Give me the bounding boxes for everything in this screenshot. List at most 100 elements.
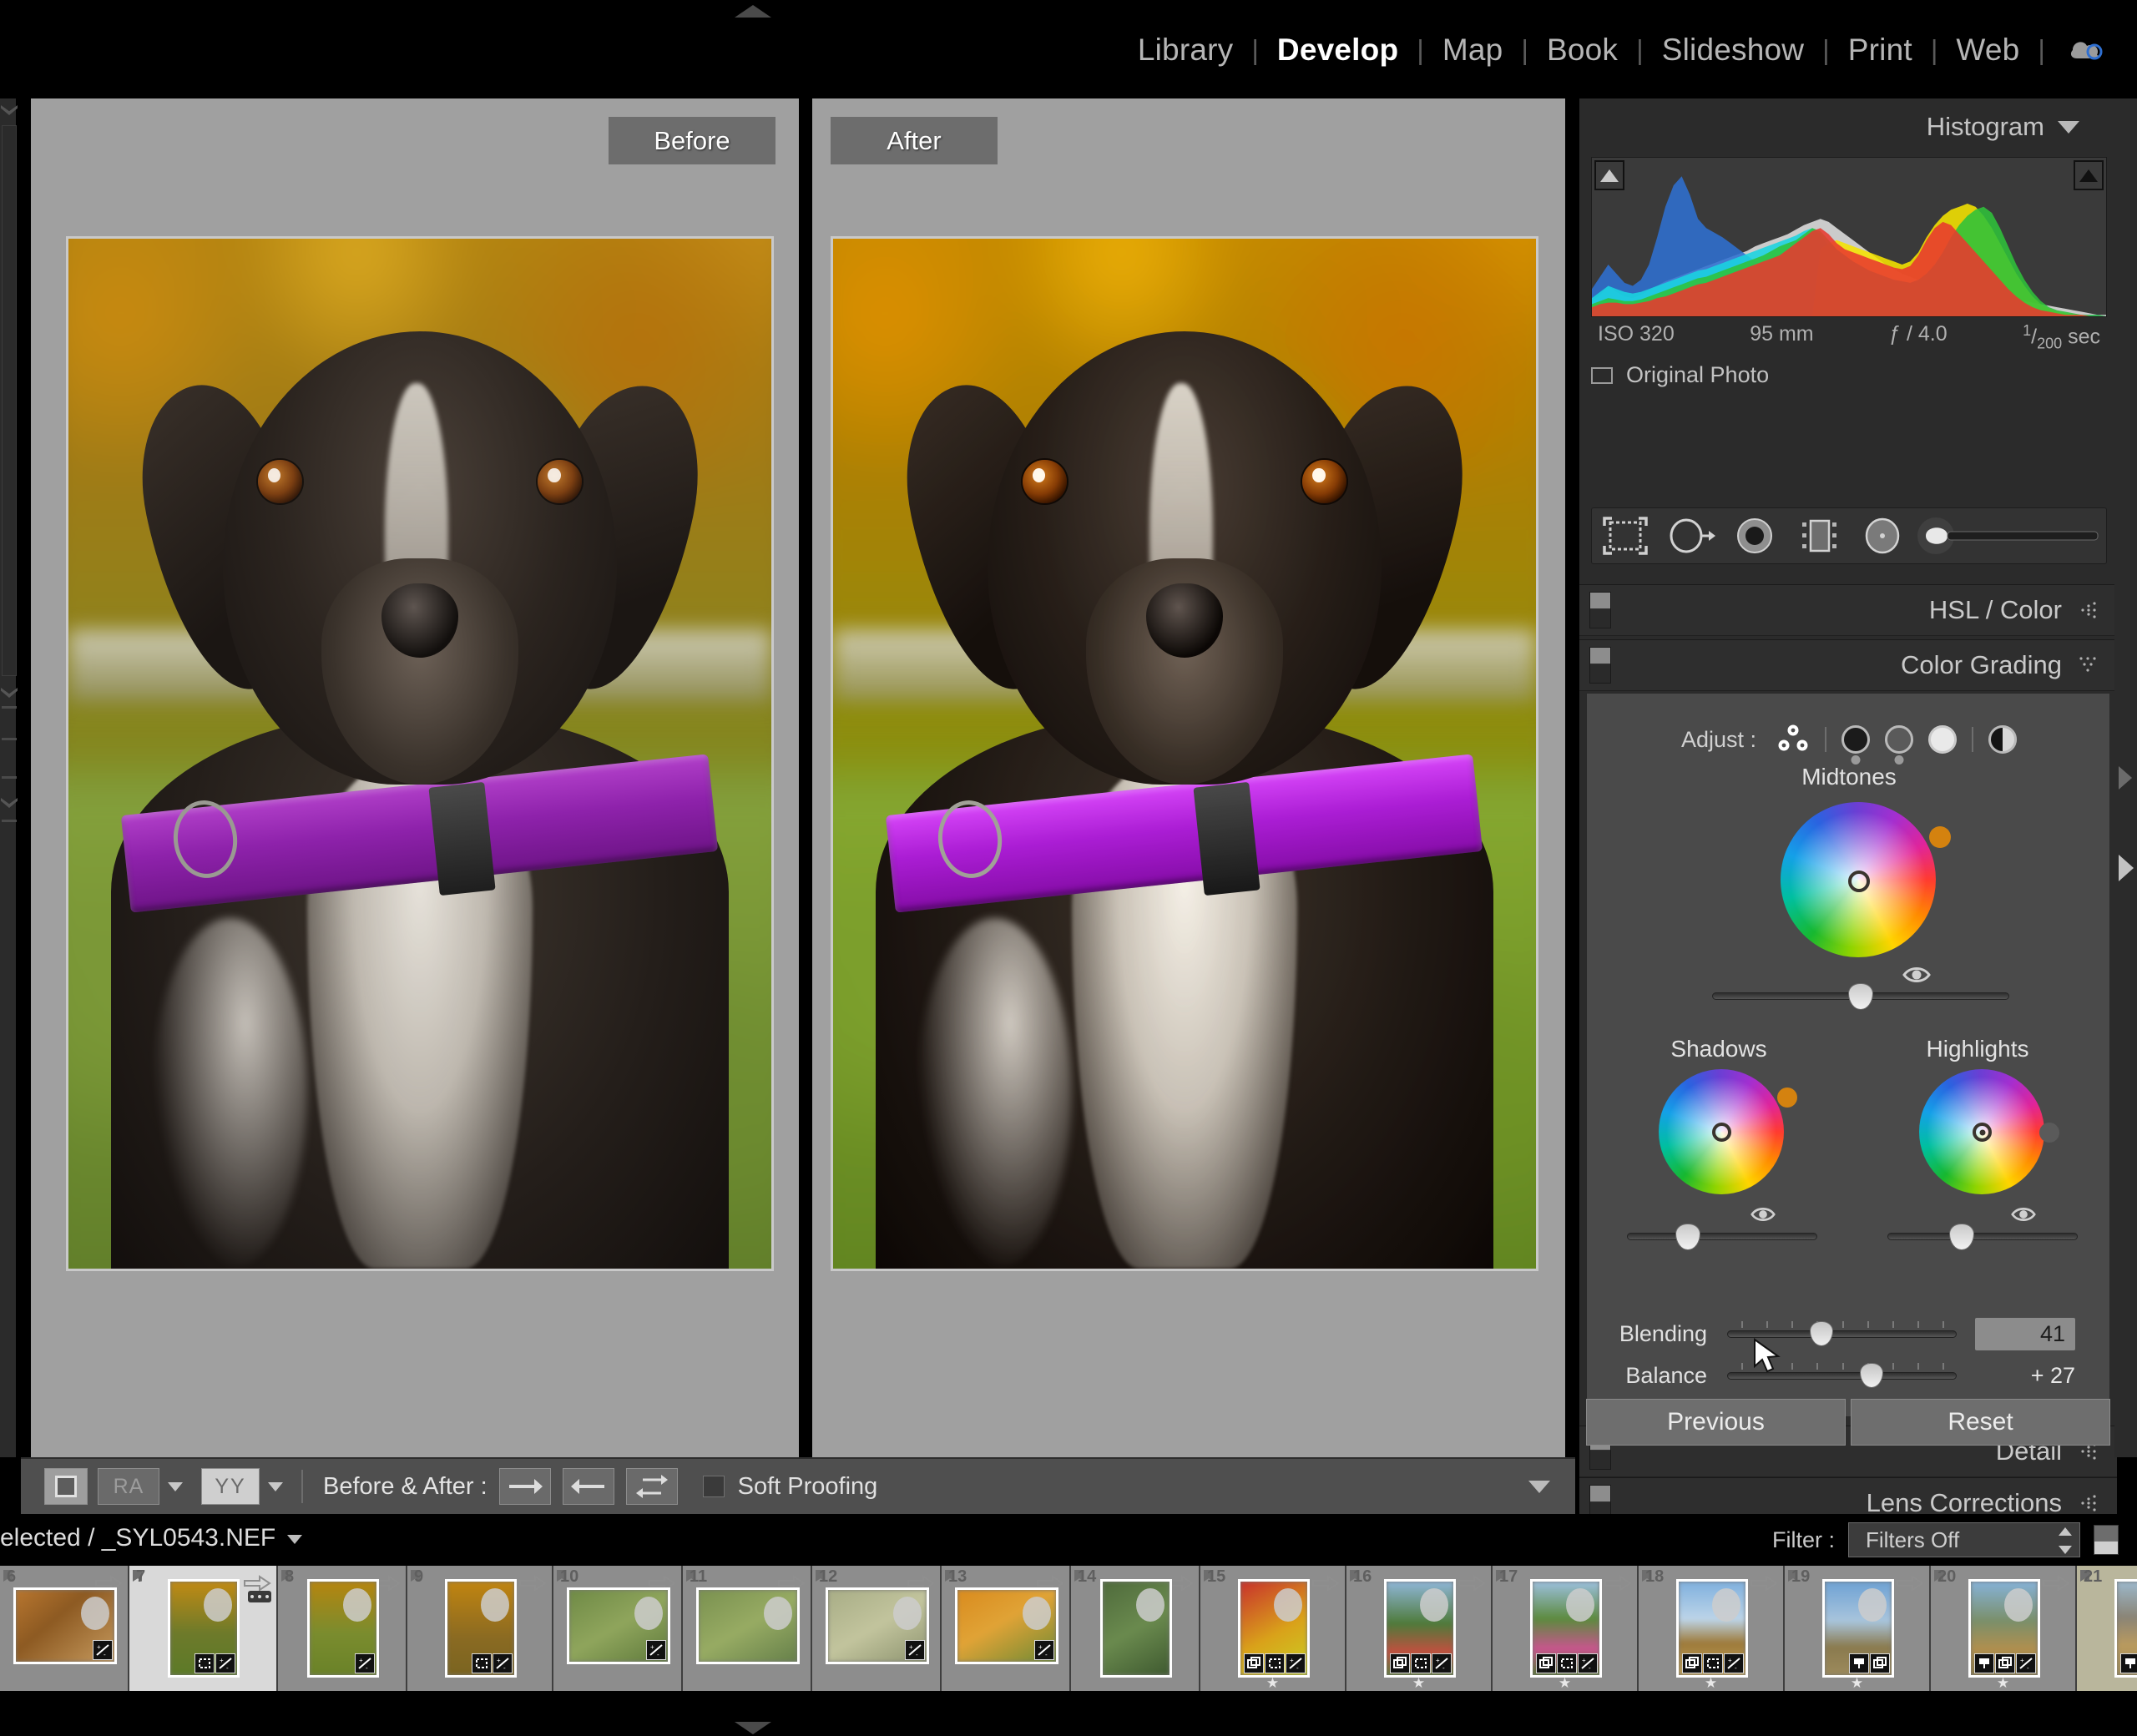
thumbnail-star-rating[interactable]: ★ [1997, 1676, 2009, 1690]
triangle-down-icon[interactable] [2058, 120, 2079, 134]
filmstrip-thumbnail[interactable]: 13 + - [942, 1566, 1071, 1691]
thumbnail-image[interactable]: +- [168, 1579, 240, 1678]
develop-badge-icon[interactable]: + - [1034, 1640, 1054, 1660]
left-rail-arrow-mid[interactable] [1, 688, 18, 698]
left-rail-arrow-bot[interactable] [1, 798, 18, 808]
develop-badge-icon[interactable]: + - [1286, 1653, 1306, 1673]
thumbnail-star-rating[interactable]: ★ [1266, 1676, 1279, 1690]
thumbnail-image[interactable]: +- [1676, 1579, 1748, 1678]
radial-filter-icon[interactable] [1851, 511, 1914, 561]
copy-badge-icon[interactable] [1995, 1653, 2015, 1673]
selected-filename[interactable]: elected / _SYL0543.NEF [0, 1524, 303, 1552]
module-print[interactable]: Print [1830, 32, 1931, 68]
top-panel-collapse-arrow[interactable] [735, 5, 771, 18]
compare-view-button[interactable]: RA [98, 1468, 159, 1505]
thumbnail-image[interactable]: +- [307, 1579, 379, 1678]
develop-badge-icon[interactable]: + - [215, 1653, 235, 1673]
midtones-luminance-knob[interactable] [1848, 983, 1873, 1010]
highlights-wheel-icon[interactable] [1928, 725, 1958, 754]
develop-badge-icon[interactable]: + - [1578, 1653, 1598, 1673]
filmstrip-collapse-arrow[interactable] [735, 1722, 771, 1734]
thumbnail-image[interactable] [696, 1587, 800, 1664]
shadows-wheel-icon[interactable] [1841, 725, 1871, 765]
shadow-clipping-indicator[interactable] [1594, 160, 1624, 190]
section-header-color-grading[interactable]: Color Grading [1579, 639, 2117, 691]
filmstrip-next-arrow[interactable] [2119, 855, 2134, 881]
crop-badge-icon[interactable] [1265, 1653, 1285, 1673]
rotate-arrow-icon[interactable] [2040, 1569, 2070, 1595]
thumbnail-image[interactable]: +- [1238, 1579, 1310, 1678]
flag-badge-icon[interactable] [1849, 1653, 1869, 1673]
rotate-arrow-icon[interactable] [1310, 1569, 1340, 1595]
balance-value[interactable]: + 27 [1975, 1363, 2075, 1389]
crop-badge-icon[interactable] [1557, 1653, 1577, 1673]
thumbnail-star-rating[interactable]: ★ [1412, 1676, 1425, 1690]
original-photo-toggle[interactable]: Original Photo [1591, 362, 1769, 388]
highlights-luminance-knob[interactable] [1949, 1224, 1974, 1250]
develop-badge-icon[interactable]: + - [93, 1640, 113, 1660]
compare-view-chevron-down-icon[interactable] [168, 1481, 183, 1491]
thumbnail-star-rating[interactable]: ★ [1559, 1676, 1571, 1690]
shadows-wheel-center-dot[interactable] [1712, 1123, 1731, 1142]
filter-select[interactable]: Filters Off [1848, 1522, 2080, 1557]
shadows-luminance-slider[interactable] [1627, 1233, 1817, 1240]
spot-removal-icon[interactable] [1658, 511, 1723, 561]
balance-knob[interactable] [1859, 1363, 1883, 1388]
module-develop[interactable]: Develop [1259, 32, 1417, 68]
soft-proofing-checkbox[interactable] [702, 1476, 725, 1497]
thumbnail-image[interactable]: +- [567, 1587, 670, 1664]
thumbnail-more-options-icon[interactable] [248, 1591, 271, 1602]
flag-badge-icon[interactable] [1974, 1653, 1994, 1673]
crop-badge-icon[interactable] [195, 1653, 215, 1673]
rotate-arrow-icon[interactable] [1456, 1569, 1486, 1595]
filmstrip-thumbnail[interactable]: 20 + - ★ [1931, 1566, 2077, 1691]
rotate-arrow-icon[interactable] [517, 1569, 547, 1595]
midtones-eye-icon[interactable] [1902, 964, 1931, 986]
swap-before-after-icon[interactable] [625, 1468, 678, 1505]
graduated-filter-icon[interactable] [1786, 511, 1850, 561]
thumbnail-image[interactable]: +- [445, 1579, 517, 1678]
right-rail-expand-arrow[interactable] [2119, 766, 2132, 790]
toolbar-chevron-down-icon[interactable] [1528, 1480, 1550, 1493]
filmstrip-thumbnail[interactable]: 8 + - [278, 1566, 407, 1691]
develop-badge-icon[interactable]: + - [355, 1653, 375, 1673]
filmstrip-thumbnail[interactable]: 11 [683, 1566, 812, 1691]
develop-badge-icon[interactable]: + - [1724, 1653, 1744, 1673]
blending-slider[interactable] [1727, 1321, 1957, 1346]
filmstrip-thumbnail[interactable]: 10 + - [553, 1566, 683, 1691]
highlights-wheel-handle[interactable] [2039, 1123, 2059, 1143]
previous-button[interactable]: Previous [1586, 1399, 1846, 1446]
filmstrip-thumbnail[interactable]: 19 ★ [1785, 1566, 1931, 1691]
thumbnail-image[interactable] [1822, 1579, 1894, 1678]
filmstrip-thumbnail[interactable]: 9 + - [407, 1566, 553, 1691]
loupe-view-icon[interactable] [44, 1468, 88, 1505]
left-panel-collapsed-rail[interactable] [0, 98, 18, 1457]
filmstrip-thumbnail[interactable]: 7 + - [129, 1566, 278, 1691]
highlight-clipping-indicator[interactable] [2074, 160, 2104, 190]
thumbnail-image[interactable]: +- [1530, 1579, 1602, 1678]
midtones-wheel-handle[interactable] [1929, 826, 1951, 848]
develop-badge-icon[interactable]: + - [493, 1653, 513, 1673]
thumbnail-star-rating[interactable]: ★ [1851, 1676, 1863, 1690]
left-rail-arrow-top[interactable] [1, 105, 18, 115]
thumbnail-image[interactable]: +- [2114, 1579, 2137, 1678]
module-book[interactable]: Book [1528, 32, 1636, 68]
rotate-arrow-icon[interactable] [1602, 1569, 1632, 1595]
hsl-color-collapse-icon[interactable] [2077, 599, 2099, 621]
shadows-wheel-handle[interactable] [1777, 1088, 1797, 1108]
red-eye-correction-icon[interactable] [1723, 511, 1786, 561]
thumbnail-image[interactable]: +- [13, 1587, 117, 1664]
filmstrip-thumbnail[interactable]: 15 + - ★ [1200, 1566, 1346, 1691]
blending-knob[interactable] [1809, 1321, 1833, 1346]
thumbnail-image[interactable]: +- [955, 1587, 1058, 1664]
copy-before-to-after-icon[interactable] [562, 1468, 614, 1505]
crop-badge-icon[interactable] [1703, 1653, 1723, 1673]
copy-after-to-before-icon[interactable] [498, 1468, 551, 1505]
thumbnail-image[interactable]: +- [826, 1587, 929, 1664]
before-photo-frame[interactable] [66, 236, 774, 1271]
copy-badge-icon[interactable] [1536, 1653, 1556, 1673]
develop-badge-icon[interactable]: + - [905, 1640, 925, 1660]
reset-button[interactable]: Reset [1851, 1399, 2110, 1446]
blending-value[interactable]: 41 [1975, 1318, 2075, 1350]
three-way-icon[interactable] [1776, 724, 1810, 755]
